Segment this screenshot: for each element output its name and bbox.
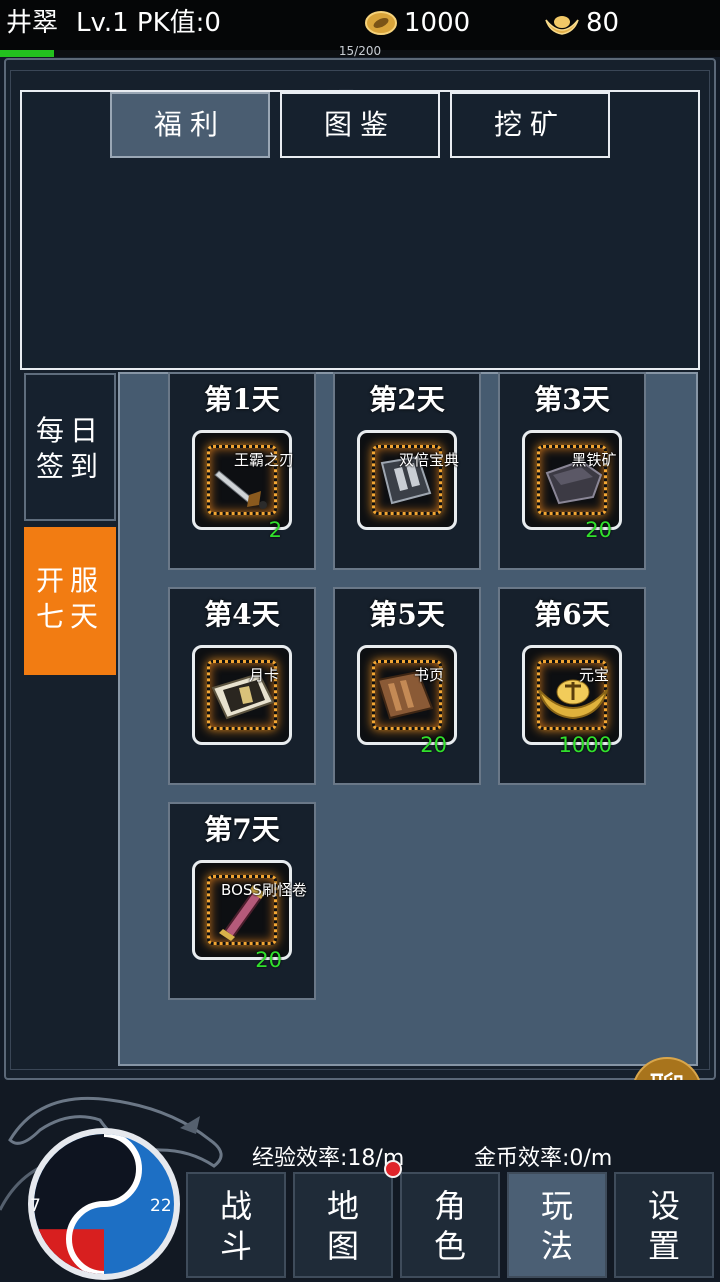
tab-mining[interactable]: 挖矿 — [450, 92, 610, 158]
hp-value: 7 — [30, 1196, 41, 1216]
reward-item-name: 双倍宝典 — [398, 451, 459, 469]
reward-item-qty: 20 — [585, 518, 612, 542]
gold-coin-icon — [365, 11, 397, 35]
reward-item-slot[interactable] — [357, 430, 457, 530]
gold-amount: 1000 — [404, 8, 471, 38]
tab-collection[interactable]: 图鉴 — [280, 92, 440, 158]
side-item-label: 每日 — [35, 414, 104, 447]
reward-item-slot[interactable] — [522, 645, 622, 745]
tab-welfare[interactable]: 福利 — [110, 92, 270, 158]
exp-text: 15/200 — [338, 44, 382, 58]
nav-character[interactable]: 角 色 — [400, 1172, 500, 1278]
reward-item-name: 元宝 — [578, 666, 609, 684]
reward-item-slot[interactable] — [522, 430, 622, 530]
reward-item-slot[interactable] — [357, 645, 457, 745]
exp-bar-fill — [0, 50, 54, 57]
reward-item-qty: 20 — [420, 733, 447, 757]
reward-item-slot[interactable] — [192, 645, 292, 745]
nav-label: 斗 — [219, 1227, 252, 1265]
nav-gameplay[interactable]: 玩 法 — [507, 1172, 607, 1278]
nav-label: 置 — [647, 1227, 680, 1265]
exp-rate: 经验效率:18/m — [252, 1146, 405, 1171]
day-label: 第3天 — [534, 383, 610, 416]
reward-item-qty: 2 — [268, 518, 282, 542]
reward-card-day-1: 第1天 王霸之刃 2 — [168, 372, 316, 570]
side-item-seven-days[interactable]: 开服 七天 — [24, 527, 116, 675]
day-label: 第1天 — [204, 383, 280, 416]
ingot-amount: 80 — [586, 8, 620, 38]
reward-card-day-6: 第6天 元宝 1000 — [498, 587, 646, 785]
nav-map[interactable]: 地 图 — [293, 1172, 393, 1278]
nav-label: 设 — [647, 1187, 680, 1225]
day-label: 第7天 — [204, 813, 280, 846]
reward-item-name: 书页 — [413, 666, 444, 684]
reward-item-slot[interactable] — [192, 430, 292, 530]
reward-card-day-5: 第5天 书页 20 — [333, 587, 481, 785]
nav-label: 角 — [433, 1187, 466, 1225]
day-label: 第6天 — [534, 598, 610, 631]
reward-item-name: 月卡 — [248, 666, 279, 684]
mp-value: 22 — [150, 1196, 172, 1216]
day-label: 第4天 — [204, 598, 280, 631]
reward-item-qty: 1000 — [558, 733, 612, 757]
reward-card-day-4: 第4天 月卡 — [168, 587, 316, 785]
top-status-bar: 井翠 Lv.1 PK值:0 1000 80 — [0, 0, 720, 50]
gold-rate: 金币效率:0/m — [474, 1146, 613, 1171]
side-item-label: 七天 — [35, 600, 104, 633]
side-item-label: 签到 — [35, 450, 104, 483]
player-name: 井翠 — [6, 8, 59, 38]
day-label: 第2天 — [369, 383, 445, 416]
reward-item-name: 黑铁矿 — [571, 451, 617, 469]
reward-card-day-7: 第7天 BOSS刷怪卷 20 — [168, 802, 316, 1000]
player-level-pk: Lv.1 PK值:0 — [76, 8, 221, 38]
side-item-daily-signin[interactable]: 每日 签到 — [24, 373, 116, 521]
reward-item-slot[interactable] — [192, 860, 292, 960]
nav-label: 战 — [219, 1187, 252, 1225]
gold-ingot-icon — [545, 16, 579, 35]
reward-card-day-2: 第2天 双倍宝典 — [333, 372, 481, 570]
nav-settings[interactable]: 设 置 — [614, 1172, 714, 1278]
nav-label: 玩 — [540, 1187, 573, 1225]
side-item-label: 开服 — [35, 564, 104, 597]
nav-label: 色 — [433, 1227, 466, 1265]
nav-label: 法 — [540, 1227, 573, 1265]
reward-item-name: BOSS刷怪卷 — [221, 881, 307, 899]
nav-label: 图 — [326, 1227, 359, 1265]
nav-battle[interactable]: 战 斗 — [186, 1172, 286, 1278]
reward-item-name: 王霸之刃 — [233, 451, 294, 469]
reward-card-day-3: 第3天 黑铁矿 20 — [498, 372, 646, 570]
nav-label: 地 — [326, 1187, 359, 1225]
reward-item-qty: 20 — [255, 948, 282, 972]
map-notification-dot — [384, 1160, 402, 1178]
day-label: 第5天 — [369, 598, 445, 631]
